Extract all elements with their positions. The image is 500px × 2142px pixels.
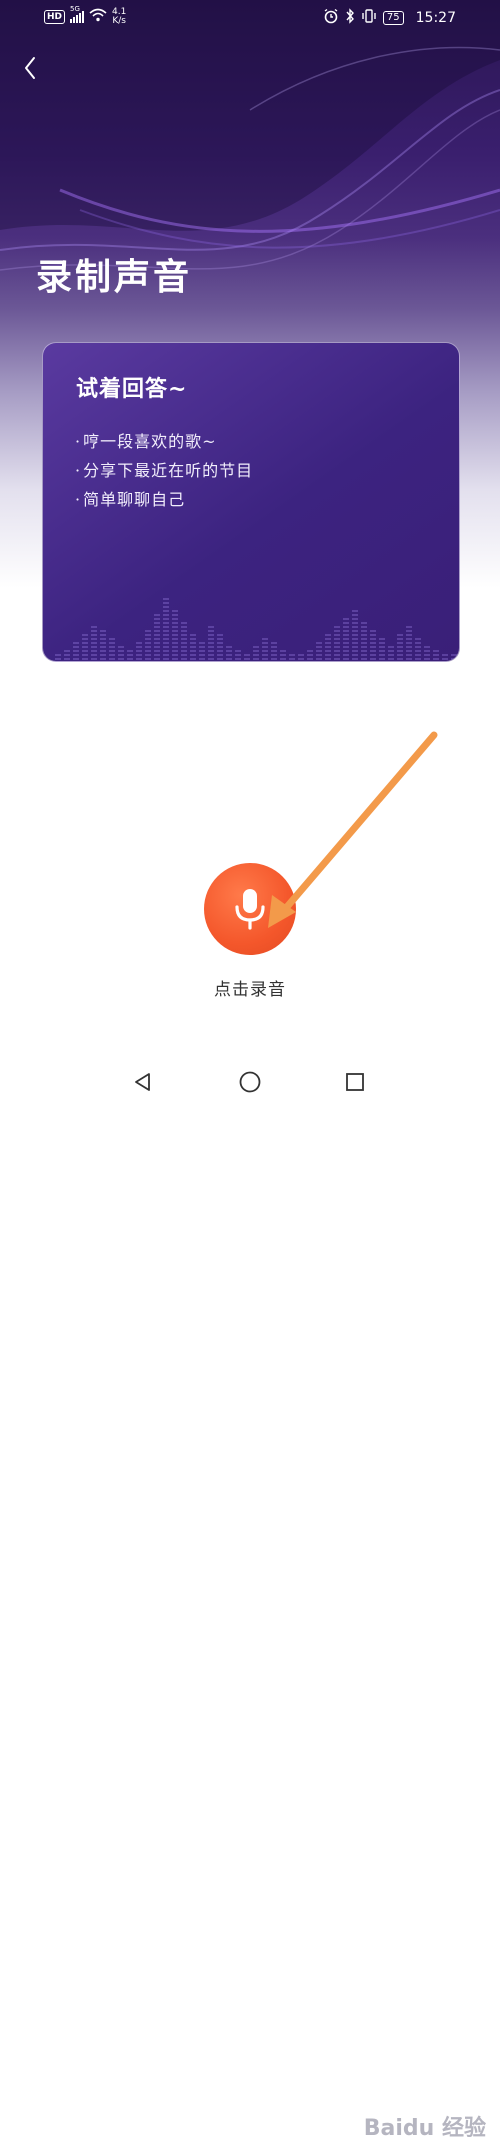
status-right: 75 15:27 — [323, 8, 456, 28]
triangle-back-icon — [135, 1073, 150, 1091]
nav-recent-button[interactable] — [337, 1064, 373, 1100]
signal-icon: 5G — [70, 5, 85, 23]
prompt-item: 分享下最近在听的节目 — [75, 456, 253, 485]
wifi-icon — [89, 8, 107, 26]
vibrate-icon — [361, 8, 377, 28]
battery-indicator: 75 — [382, 11, 404, 25]
square-recent-icon — [346, 1073, 364, 1091]
record-label: 点击录音 — [214, 980, 286, 1000]
status-left: HD 5G 4.1 K/s — [44, 5, 126, 26]
clock: 15:27 — [415, 10, 456, 26]
alarm-icon — [323, 8, 339, 28]
back-button[interactable] — [14, 52, 46, 84]
prompt-list: 哼一段喜欢的歌~ 分享下最近在听的节目 简单聊聊自己 — [75, 427, 253, 514]
page-title: 录制声音 — [36, 256, 193, 298]
prompt-item: 简单聊聊自己 — [75, 485, 253, 514]
system-nav-bar: Baidu 经验 — [0, 1052, 500, 2141]
net-speed-unit: K/s — [112, 16, 126, 26]
microphone-icon — [235, 889, 265, 930]
record-button[interactable] — [204, 863, 296, 955]
signal-label: 5G — [70, 5, 80, 13]
bluetooth-icon — [345, 8, 355, 28]
prompt-item: 哼一段喜欢的歌~ — [75, 427, 253, 456]
prompt-card: 试着回答~ 哼一段喜欢的歌~ 分享下最近在听的节目 简单聊聊自己 — [42, 342, 460, 662]
watermark: Baidu 经验 — [363, 2116, 486, 2141]
nav-back-button[interactable] — [125, 1064, 161, 1100]
equalizer-decoration — [55, 598, 457, 660]
chevron-left-icon — [25, 57, 35, 79]
hd-badge: HD — [44, 10, 66, 24]
status-bar: HD 5G 4.1 K/s 75 15:27 — [0, 0, 500, 36]
card-title: 试着回答~ — [76, 376, 188, 402]
circle-home-icon — [239, 1071, 261, 1093]
net-speed: 4.1 K/s — [112, 8, 126, 26]
nav-home-button[interactable] — [232, 1064, 268, 1100]
